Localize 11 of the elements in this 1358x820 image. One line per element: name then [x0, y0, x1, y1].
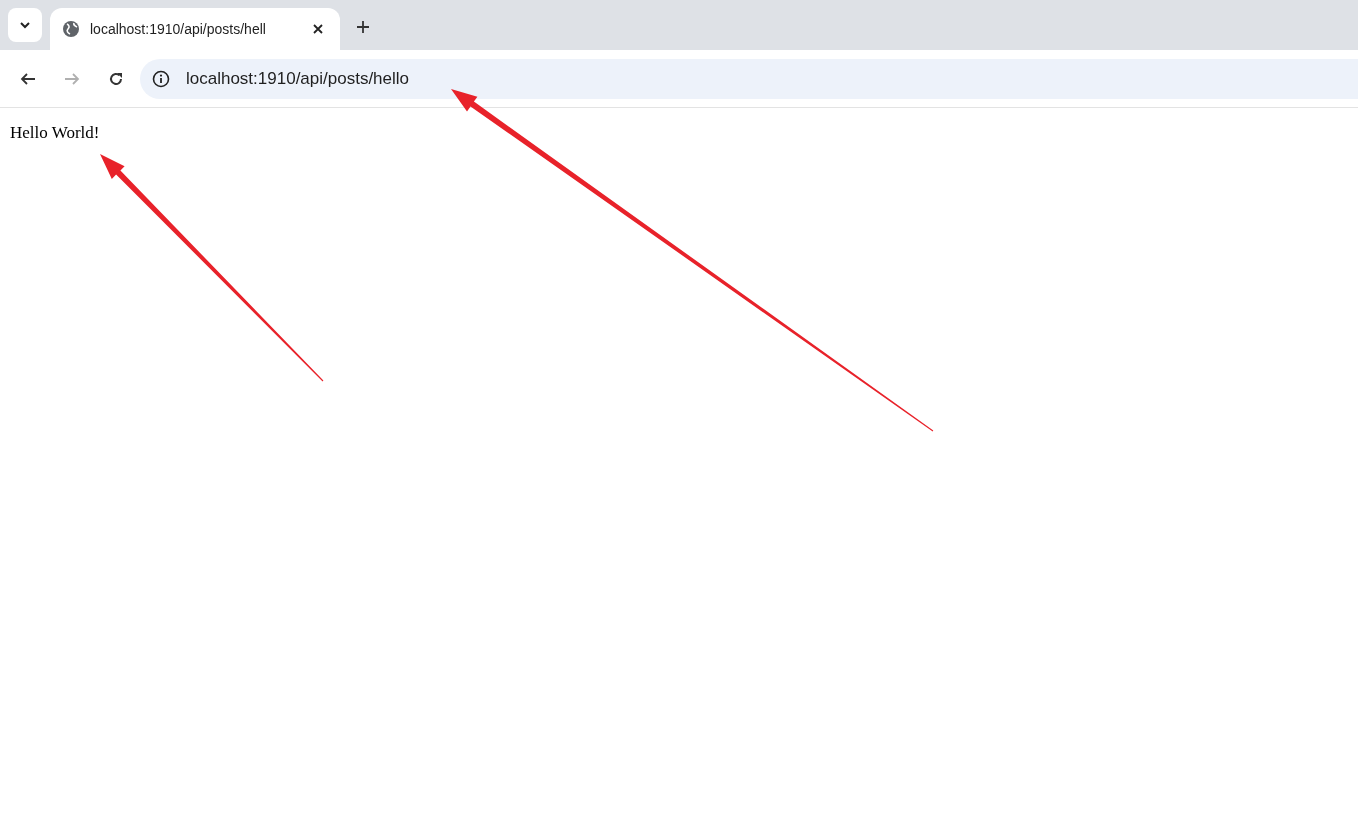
address-bar[interactable]: localhost:1910/api/posts/hello — [140, 58, 1358, 99]
page-text: Hello World! — [10, 122, 100, 144]
chevron-down-icon — [19, 21, 31, 29]
url-text: localhost:1910/api/posts/hello — [186, 67, 410, 90]
browser-tab[interactable]: localhost:1910/api/posts/hell — [50, 8, 340, 50]
tab-search-button[interactable] — [8, 8, 42, 42]
tab-title: localhost:1910/api/posts/hell — [90, 19, 267, 39]
plus-icon — [356, 20, 370, 34]
globe-icon — [62, 20, 80, 38]
info-icon — [152, 69, 170, 88]
close-icon — [313, 24, 323, 34]
